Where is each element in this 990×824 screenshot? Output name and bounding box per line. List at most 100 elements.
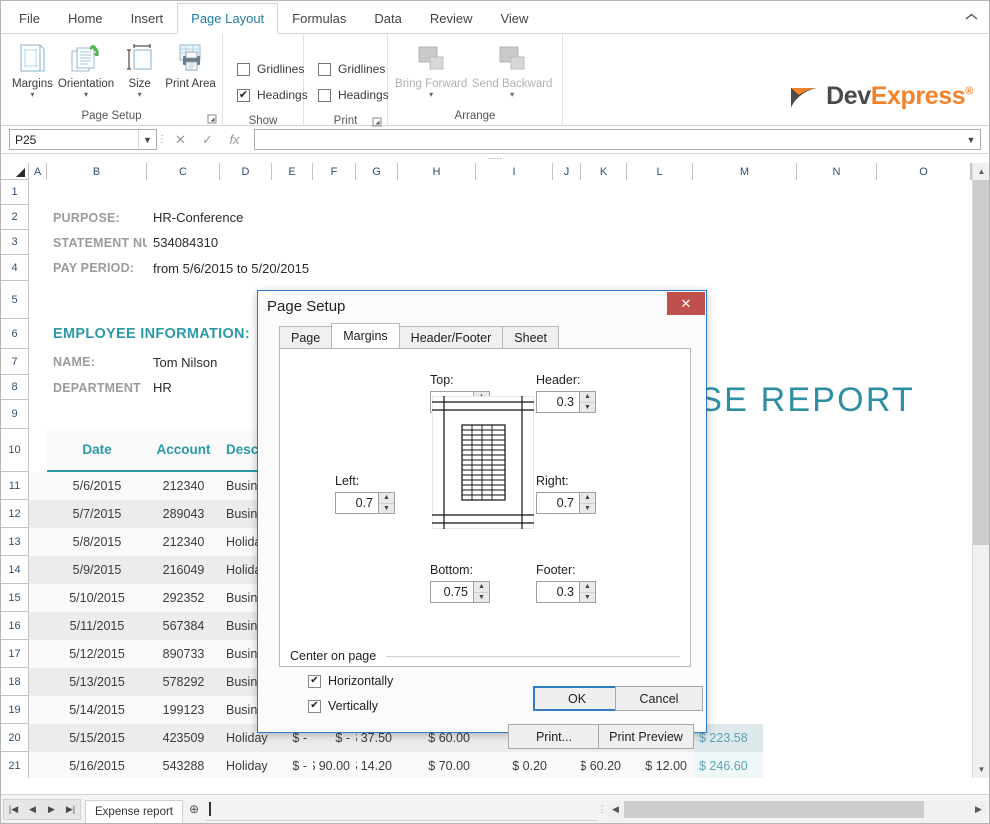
bottom-margin-input[interactable]: 0.75 xyxy=(430,581,473,603)
cell-date[interactable]: 5/11/2015 xyxy=(47,612,147,640)
left-margin-spinner[interactable]: 0.7 ▲ ▼ xyxy=(335,492,395,514)
ribbon-tab-page-layout[interactable]: Page Layout xyxy=(177,3,278,34)
column-header-E[interactable]: E xyxy=(272,163,313,180)
row-header-4[interactable]: 4 xyxy=(1,255,29,281)
right-margin-spinner[interactable]: 0.7 ▲ ▼ xyxy=(536,492,596,514)
cell-A2[interactable] xyxy=(29,205,47,230)
cell-hotels[interactable]: $ 70.00 xyxy=(398,752,476,778)
collapse-ribbon-icon[interactable] xyxy=(961,7,981,27)
size-caret[interactable]: ▾ xyxy=(138,91,142,98)
cell-B7[interactable]: NAME: xyxy=(47,349,147,375)
cell-account[interactable]: 289043 xyxy=(147,500,220,528)
row-header-5[interactable]: 5 xyxy=(1,281,29,319)
print-button[interactable]: Print... xyxy=(508,724,600,749)
column-header-H[interactable]: H xyxy=(398,163,476,180)
table-header-date[interactable]: Date xyxy=(47,429,147,472)
spin-up-icon[interactable]: ▲ xyxy=(580,582,595,593)
dialog-close-button[interactable]: ✕ xyxy=(667,292,705,315)
cell-date[interactable]: 5/8/2015 xyxy=(47,528,147,556)
cell-A6[interactable] xyxy=(29,319,47,349)
row-header-12[interactable]: 12 xyxy=(1,500,29,528)
header-margin-spin-buttons[interactable]: ▲ ▼ xyxy=(579,391,596,413)
cell-B3[interactable]: STATEMENT NUMBER: xyxy=(47,230,147,255)
cell-A21[interactable] xyxy=(29,752,47,778)
last-sheet-icon[interactable]: ▶| xyxy=(61,800,80,819)
row-header-20[interactable]: 20 xyxy=(1,724,29,752)
cell-date[interactable]: 5/15/2015 xyxy=(47,724,147,752)
send-backward-caret[interactable]: ▾ xyxy=(510,91,514,98)
cancel-edit-icon[interactable]: ✕ xyxy=(167,129,194,151)
ribbon-tab-insert[interactable]: Insert xyxy=(117,3,178,33)
center-horizontally-checkbox[interactable]: ✔ Horizontally xyxy=(308,674,393,688)
cell-j21[interactable] xyxy=(553,752,581,778)
cancel-button[interactable]: Cancel xyxy=(615,686,703,711)
page-setup-dialog-launcher-icon[interactable] xyxy=(207,114,218,125)
column-header-N[interactable]: N xyxy=(797,163,877,180)
header-margin-input[interactable]: 0.3 xyxy=(536,391,579,413)
row-header-18[interactable]: 18 xyxy=(1,668,29,696)
expand-formula-bar-icon[interactable]: ▼ xyxy=(962,130,980,149)
cell-date[interactable]: 5/13/2015 xyxy=(47,668,147,696)
horizontal-splitter-grip[interactable]: ⋮ xyxy=(597,807,607,811)
right-margin-input[interactable]: 0.7 xyxy=(536,492,579,514)
spin-up-icon[interactable]: ▲ xyxy=(580,493,595,504)
column-header-M[interactable]: M xyxy=(693,163,797,180)
row-header-7[interactable]: 7 xyxy=(1,349,29,375)
cell-date[interactable]: 5/9/2015 xyxy=(47,556,147,584)
cell-C3[interactable]: 534084310 xyxy=(147,230,327,255)
cell-A15[interactable] xyxy=(29,584,47,612)
spin-up-icon[interactable]: ▲ xyxy=(379,493,394,504)
spin-down-icon[interactable]: ▼ xyxy=(580,593,595,603)
cell-total[interactable]: $ 246.60 xyxy=(693,752,763,778)
cell-transport[interactable]: $ - xyxy=(272,752,313,778)
spin-up-icon[interactable]: ▲ xyxy=(580,392,595,403)
column-header-I[interactable]: I xyxy=(476,163,553,180)
horizontal-scroll-thumb[interactable] xyxy=(624,801,924,818)
ribbon-tab-home[interactable]: Home xyxy=(54,3,117,33)
cell-account[interactable]: 567384 xyxy=(147,612,220,640)
cell-C4[interactable]: from 5/6/2015 to 5/20/2015 xyxy=(147,255,387,281)
spin-down-icon[interactable]: ▼ xyxy=(379,504,394,514)
insert-function-icon[interactable]: fx xyxy=(221,129,248,151)
spin-down-icon[interactable]: ▼ xyxy=(580,403,595,413)
dialog-tab-header-footer[interactable]: Header/Footer xyxy=(399,326,504,348)
cell-date[interactable]: 5/7/2015 xyxy=(47,500,147,528)
cell-account[interactable]: 199123 xyxy=(147,696,220,724)
cell-A18[interactable] xyxy=(29,668,47,696)
left-margin-spin-buttons[interactable]: ▲ ▼ xyxy=(378,492,395,514)
row-header-19[interactable]: 19 xyxy=(1,696,29,724)
print-preview-button[interactable]: Print Preview xyxy=(598,724,694,749)
ribbon-tab-file[interactable]: File xyxy=(5,3,54,33)
cell-fuel[interactable]: $ 90.00 xyxy=(313,752,356,778)
scroll-right-icon[interactable]: ▶ xyxy=(970,801,987,818)
formula-input[interactable]: ▼ xyxy=(254,129,981,150)
cell-A4[interactable] xyxy=(29,255,47,281)
bring-forward-caret[interactable]: ▾ xyxy=(429,91,433,98)
vertical-scrollbar[interactable]: ▲ ▼ xyxy=(972,163,989,778)
scroll-left-icon[interactable]: ◀ xyxy=(607,801,624,818)
row-header-17[interactable]: 17 xyxy=(1,640,29,668)
cell-entertainment-total[interactable]: $ 60.20 xyxy=(581,752,627,778)
orientation-caret[interactable]: ▾ xyxy=(84,91,88,98)
column-header-K[interactable]: K xyxy=(581,163,627,180)
row-header-15[interactable]: 15 xyxy=(1,584,29,612)
column-header-C[interactable]: C xyxy=(147,163,220,180)
horiz-scroll-track[interactable] xyxy=(624,801,970,818)
cell-account[interactable]: 292352 xyxy=(147,584,220,612)
left-margin-input[interactable]: 0.7 xyxy=(335,492,378,514)
center-vertically-checkbox[interactable]: ✔ Vertically xyxy=(308,699,378,713)
row-header-13[interactable]: 13 xyxy=(1,528,29,556)
vertical-scroll-thumb[interactable] xyxy=(973,180,989,545)
cell-entertainment[interactable]: $ 0.20 xyxy=(476,752,553,778)
column-header-D[interactable]: D xyxy=(220,163,272,180)
bottom-margin-spin-buttons[interactable]: ▲ ▼ xyxy=(473,581,490,603)
first-sheet-icon[interactable]: |◀ xyxy=(4,800,23,819)
row-header-2[interactable]: 2 xyxy=(1,205,29,230)
cell-date[interactable]: 5/6/2015 xyxy=(47,472,147,500)
cell-A11[interactable] xyxy=(29,472,47,500)
cell-C2[interactable]: HR-Conference xyxy=(147,205,327,230)
dialog-tab-margins[interactable]: Margins xyxy=(331,323,399,348)
cell-date[interactable]: 5/10/2015 xyxy=(47,584,147,612)
bottom-margin-spinner[interactable]: 0.75 ▲ ▼ xyxy=(430,581,490,603)
sheet-tab-expense-report[interactable]: Expense report xyxy=(85,800,183,823)
